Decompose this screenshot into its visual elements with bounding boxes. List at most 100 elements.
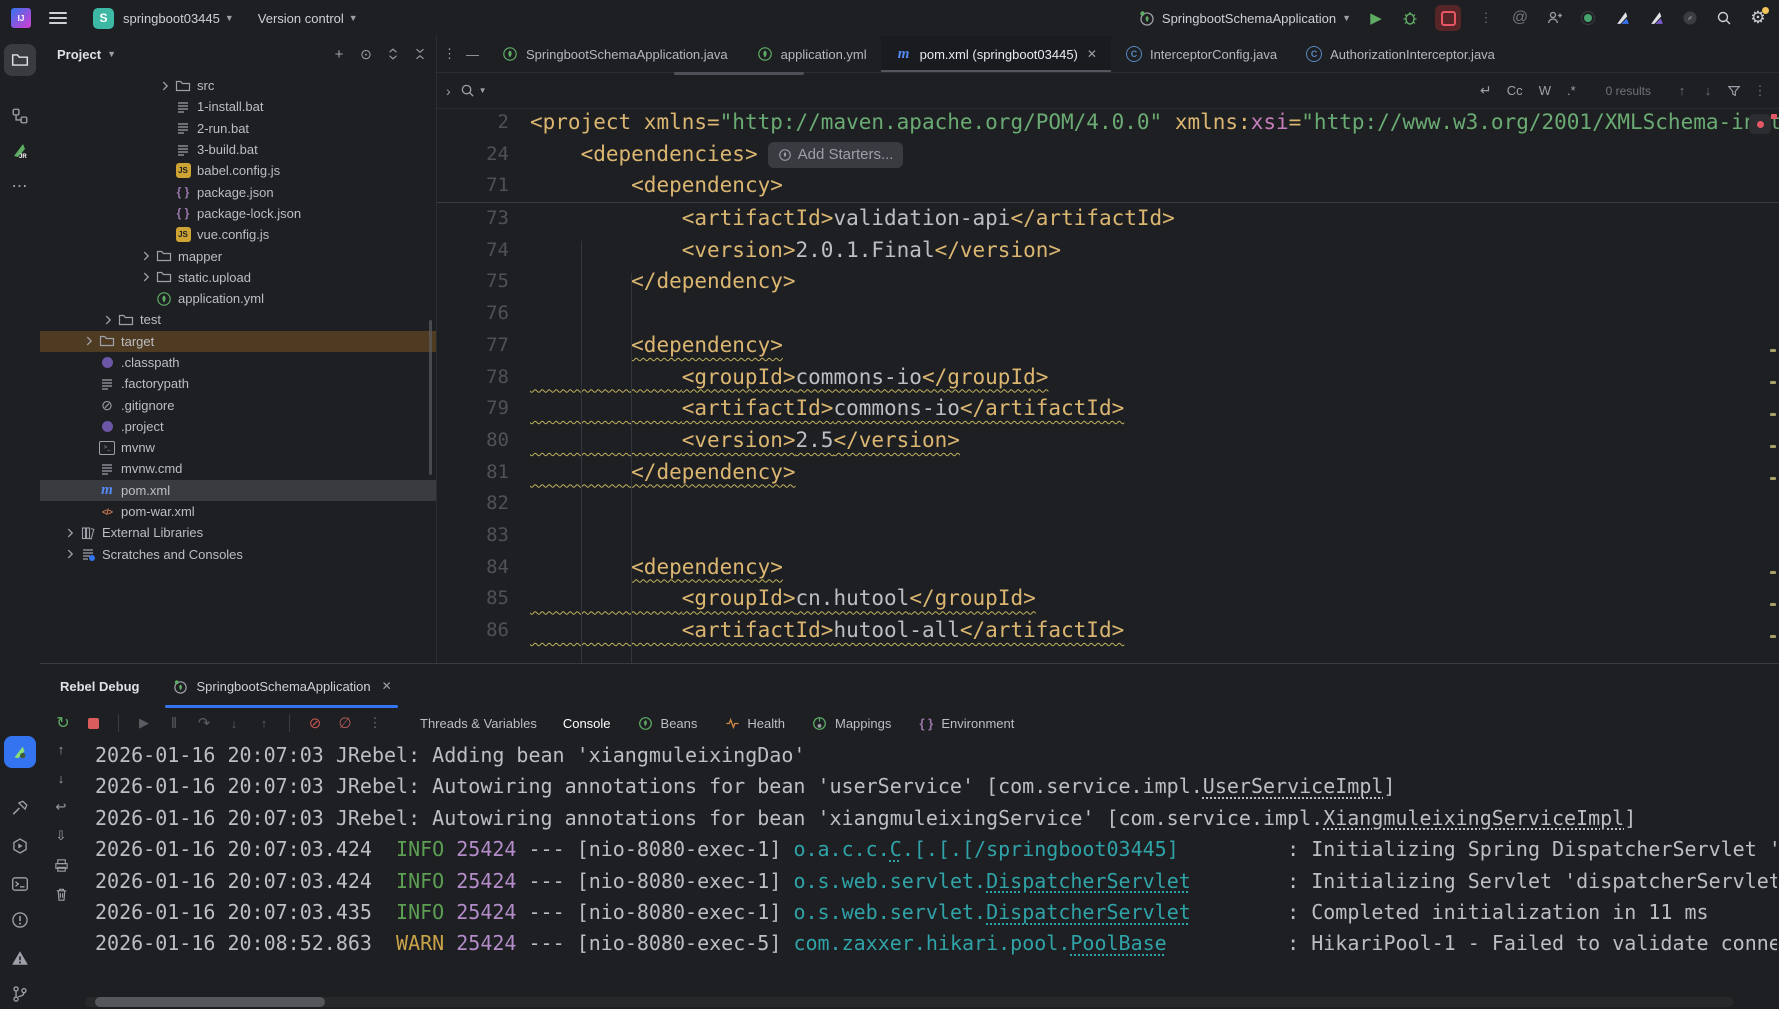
jrebel-icon[interactable]: JR <box>4 134 36 166</box>
words-toggle[interactable]: W <box>1535 81 1555 100</box>
scroll-up-icon[interactable]: ↑ <box>52 740 70 758</box>
terminal-tool-icon[interactable] <box>4 868 36 900</box>
stop-icon[interactable] <box>84 714 102 732</box>
next-occurrence-icon[interactable]: ↓ <box>1699 82 1717 100</box>
version-control-menu[interactable]: Version control ▼ <box>258 11 358 26</box>
code-line-71[interactable]: 71 <dependency> <box>437 170 1779 202</box>
stop-button[interactable] <box>1435 5 1461 31</box>
code-view[interactable]: 2<project xmlns="http://maven.apache.org… <box>437 107 1779 663</box>
console-link[interactable]: DispatcherServlet <box>986 900 1191 924</box>
console-scrollbar-thumb[interactable] <box>95 997 325 1007</box>
editor-tab-springbootschemaapplication.java[interactable]: SpringbootSchemaApplication.java <box>487 36 742 72</box>
scroll-down-icon[interactable]: ↓ <box>52 769 70 787</box>
code-line-77[interactable]: 77 <dependency> <box>437 330 1779 362</box>
error-stripe-mark[interactable] <box>1771 114 1777 119</box>
chevron-right-icon[interactable] <box>98 313 117 327</box>
tree-item-babel-config-js[interactable]: JSbabel.config.js <box>40 160 436 181</box>
search-input[interactable] <box>495 82 1469 100</box>
project-tool-icon[interactable] <box>4 44 36 76</box>
print-icon[interactable] <box>52 856 70 874</box>
tree-item--project[interactable]: .project <box>40 416 436 437</box>
code-line-76[interactable]: 76 <box>437 298 1779 330</box>
code-line-2[interactable]: 2<project xmlns="http://maven.apache.org… <box>437 107 1779 139</box>
tree-item--factorypath[interactable]: .factorypath <box>40 373 436 394</box>
tab-scrollbar[interactable] <box>674 72 804 75</box>
notifications-warning-icon[interactable] <box>4 942 36 974</box>
tree-item-1-install-bat[interactable]: 1-install.bat <box>40 96 436 117</box>
settings-icon[interactable]: ⚙ <box>1749 9 1767 27</box>
debug-tab-threads-variables[interactable]: Threads & Variables <box>420 716 537 731</box>
editor-tab-application.yml[interactable]: application.yml <box>742 36 881 72</box>
warning-stripe-mark[interactable] <box>1770 603 1776 606</box>
xrebel-icon[interactable] <box>1647 9 1665 27</box>
add-icon[interactable]: + <box>330 45 348 63</box>
add-starters-hint[interactable]: Add Starters... <box>768 142 904 168</box>
console-scrollbar-track[interactable] <box>85 997 1734 1007</box>
warning-stripe-mark[interactable] <box>1770 477 1776 480</box>
prev-occurrence-icon[interactable]: ↑ <box>1673 82 1691 100</box>
locate-file-icon[interactable]: ⊙ <box>357 45 375 63</box>
code-line-73[interactable]: 73 <artifactId>validation-api</artifactI… <box>437 203 1779 235</box>
inspections-widget[interactable] <box>1749 114 1771 134</box>
rebel-debug-icon[interactable] <box>4 736 36 768</box>
tree-item-src[interactable]: src <box>40 75 436 96</box>
tree-item-external-libraries[interactable]: External Libraries <box>40 522 436 543</box>
close-tab-icon[interactable]: ✕ <box>1087 47 1097 61</box>
tree-item-2-run-bat[interactable]: 2-run.bat <box>40 118 436 139</box>
tree-item-application-yml[interactable]: application.yml <box>40 288 436 309</box>
chevron-right-icon[interactable] <box>136 249 155 263</box>
code-line-83[interactable]: 83 <box>437 520 1779 552</box>
warning-stripe-mark[interactable] <box>1770 349 1776 352</box>
debug-tab-mappings[interactable]: Mappings <box>811 714 891 732</box>
warning-stripe-mark[interactable] <box>1770 445 1776 448</box>
filter-icon[interactable] <box>1725 82 1743 100</box>
run-tool-icon[interactable] <box>4 830 36 862</box>
tree-item--gitignore[interactable]: ⊘.gitignore <box>40 394 436 415</box>
code-line-75[interactable]: 75 </dependency> <box>437 266 1779 298</box>
search-icon[interactable] <box>459 82 477 100</box>
chevron-right-icon[interactable] <box>60 526 79 540</box>
warning-stripe-mark[interactable] <box>1770 413 1776 416</box>
debug-panel-title[interactable]: Rebel Debug <box>60 679 139 694</box>
regex-toggle[interactable]: .* <box>1563 81 1580 100</box>
collapse-all-icon[interactable] <box>411 45 429 63</box>
console-link[interactable]: XiangmuleixingServiceImpl <box>1323 806 1624 830</box>
code-line-85[interactable]: 85 <groupId>cn.hutool</groupId> <box>437 583 1779 615</box>
jrebel-run-icon[interactable] <box>1613 9 1631 27</box>
main-menu-icon[interactable] <box>49 9 67 27</box>
tree-item-pom-war-xml[interactable]: </>pom-war.xml <box>40 501 436 522</box>
expand-all-icon[interactable] <box>384 45 402 63</box>
console-output[interactable]: 2026-01-16 20:07:03 JRebel: Adding bean … <box>95 740 1777 994</box>
tree-item-mvnw-cmd[interactable]: mvnw.cmd <box>40 458 436 479</box>
tree-item-mvnw[interactable]: >_mvnw <box>40 437 436 458</box>
tree-item-package-lock-json[interactable]: { }package-lock.json <box>40 203 436 224</box>
code-line-24[interactable]: 24 <dependencies>Add Starters... <box>437 139 1779 171</box>
code-line-74[interactable]: 74 <version>2.0.1.Final</version> <box>437 235 1779 267</box>
run-button[interactable]: ▶ <box>1367 9 1385 27</box>
debug-tab-console[interactable]: Console <box>563 716 611 731</box>
warning-stripe-mark[interactable] <box>1770 381 1776 384</box>
code-line-86[interactable]: 86 <artifactId>hutool-all</artifactId> <box>437 615 1779 647</box>
editor-tab-pom.xml[interactable]: mpom.xml (springboot03445)✕ <box>881 36 1111 72</box>
profiler-icon[interactable]: @ <box>1511 9 1529 27</box>
tree-item-3-build-bat[interactable]: 3-build.bat <box>40 139 436 160</box>
tree-item-package-json[interactable]: { }package.json <box>40 181 436 202</box>
match-case-toggle[interactable]: Cc <box>1503 81 1527 100</box>
project-scrollbar[interactable] <box>429 320 432 475</box>
chevron-right-icon[interactable] <box>136 270 155 284</box>
expand-search-icon[interactable]: › <box>446 83 451 99</box>
warning-stripe-mark[interactable] <box>1770 635 1776 638</box>
search-history-icon[interactable]: ▼ <box>479 86 487 95</box>
view-breakpoints-icon[interactable]: ⊘ <box>306 714 324 732</box>
tree-item-vue-config-js[interactable]: JSvue.config.js <box>40 224 436 245</box>
tree-item-pom-xml[interactable]: mpom.xml <box>40 480 436 501</box>
tree-item-static-upload[interactable]: static.upload <box>40 267 436 288</box>
editor-tab-authorizationinterceptor.java[interactable]: CAuthorizationInterceptor.java <box>1291 36 1509 72</box>
newline-icon[interactable]: ↵ <box>1477 82 1495 100</box>
code-with-me-icon[interactable] <box>1545 9 1563 27</box>
code-line-80[interactable]: 80 <version>2.5</version> <box>437 425 1779 457</box>
tree-item-target[interactable]: target <box>40 331 436 352</box>
clear-console-icon[interactable] <box>52 885 70 903</box>
chevron-right-icon[interactable] <box>155 79 174 93</box>
tree-item--classpath[interactable]: .classpath <box>40 352 436 373</box>
